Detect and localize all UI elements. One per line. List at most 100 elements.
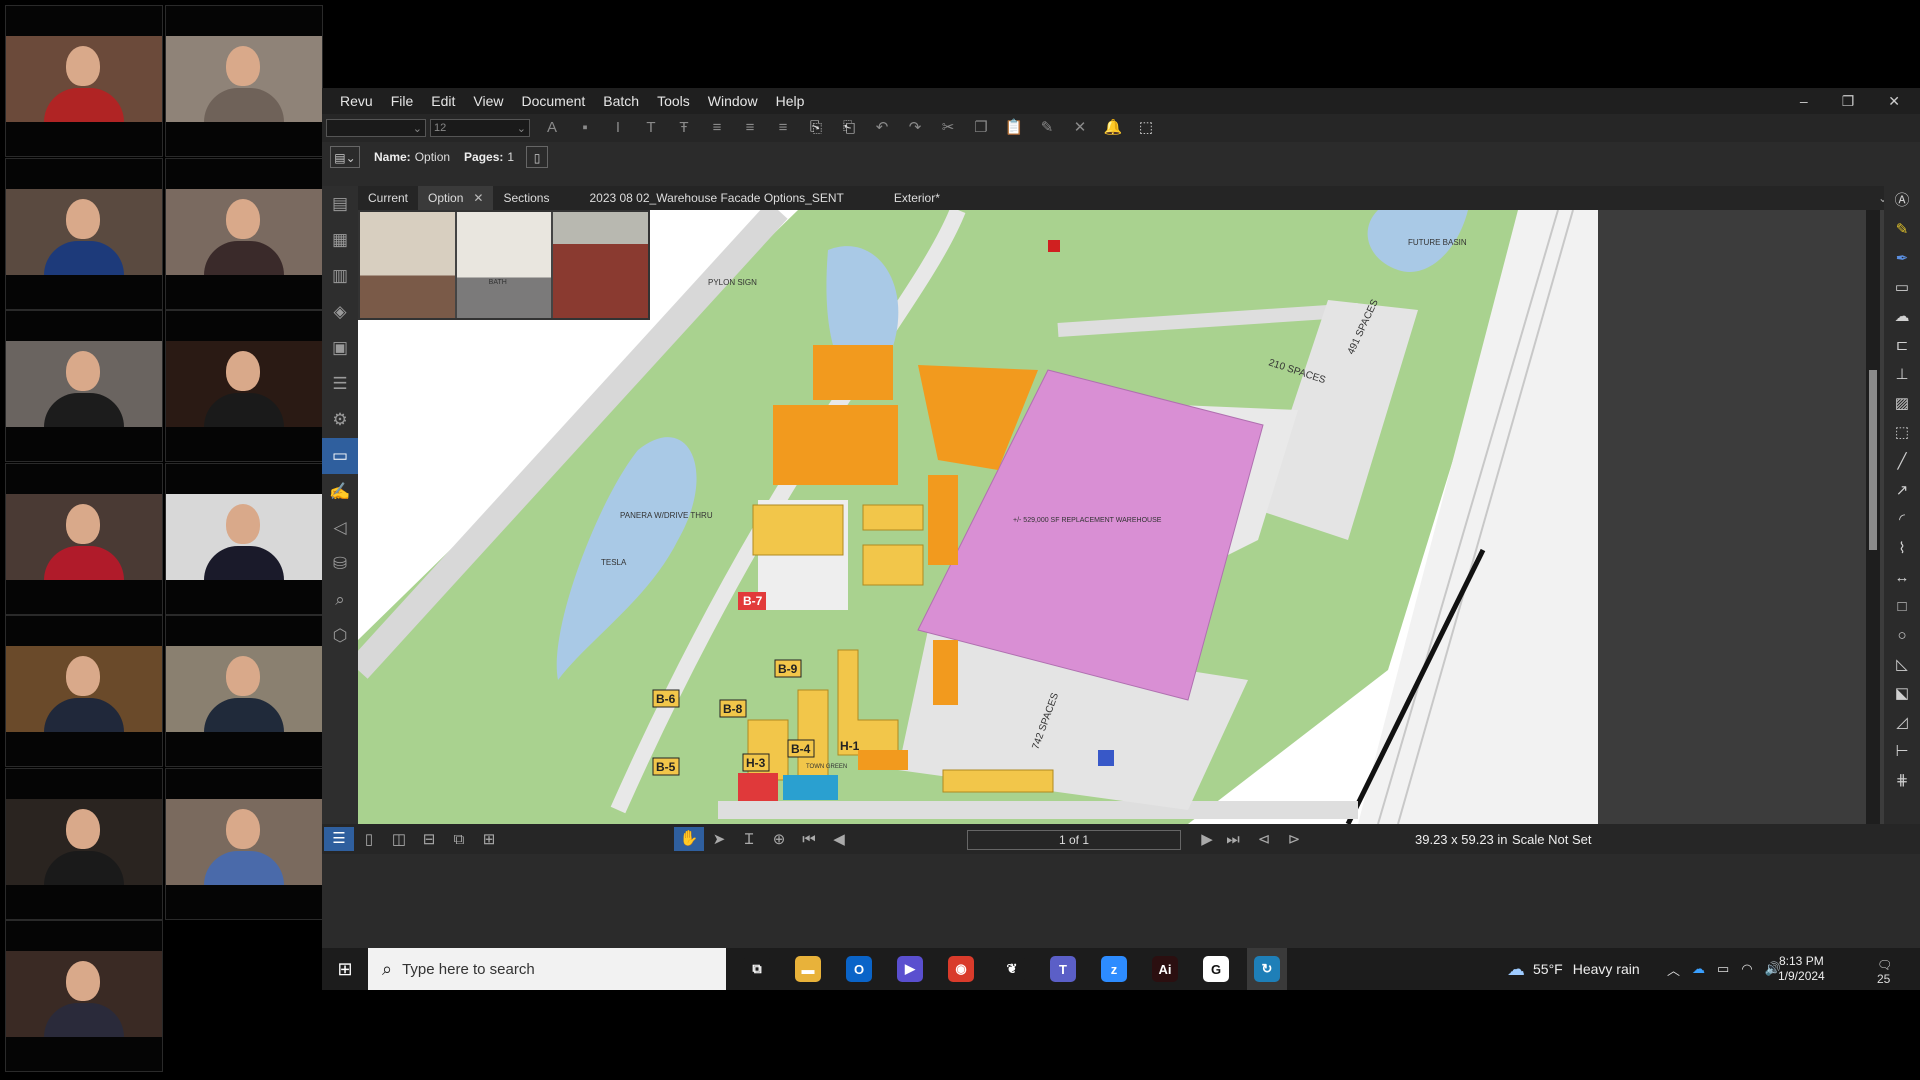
copy-icon[interactable]: ❐ (970, 118, 992, 138)
text-strike-icon[interactable]: Ŧ (673, 118, 695, 138)
dimension-tool-icon[interactable]: ↔ (1884, 563, 1920, 592)
lock-icon[interactable]: 🔔 (1102, 118, 1124, 138)
split-vertical-icon[interactable]: ◫ (384, 830, 414, 848)
arc-tool-icon[interactable]: ◜ (1884, 505, 1920, 534)
menu-tools[interactable]: Tools (657, 93, 690, 109)
clock[interactable]: 8:13 PM 1/9/2024 (1778, 954, 1825, 984)
image-tool-icon[interactable]: ▨ (1884, 389, 1920, 418)
perimeter-tool-icon[interactable]: ◿ (1884, 708, 1920, 737)
restore-button[interactable]: ❐ (1842, 93, 1855, 110)
menu-window[interactable]: Window (708, 93, 758, 109)
tab-sections[interactable]: Sections (493, 186, 559, 210)
onedrive-icon[interactable]: ☁ (1692, 961, 1705, 977)
battery-icon[interactable]: ▭ (1717, 961, 1729, 977)
participant-video-tile[interactable] (165, 615, 323, 767)
menu-document[interactable]: Document (521, 93, 585, 109)
acrobat-icon[interactable]: Ai (1145, 948, 1185, 990)
select-text-icon[interactable]: Ɪ (734, 829, 764, 849)
participant-video-tile[interactable] (5, 768, 163, 920)
participant-video-tile[interactable] (165, 158, 323, 310)
text-icon[interactable]: T (640, 118, 662, 138)
polygon-tool-icon[interactable]: ◺ (1884, 650, 1920, 679)
textbox-tool-icon[interactable]: ▭ (1884, 273, 1920, 302)
single-page-icon[interactable]: ▯ (354, 830, 384, 848)
forward-view-icon[interactable]: ⊳ (1279, 830, 1309, 848)
crop-icon[interactable]: ⬚ (1135, 118, 1157, 138)
rectangle-tool-icon[interactable]: □ (1884, 592, 1920, 621)
prev-page-icon[interactable]: ◀ (824, 830, 854, 848)
callout-tool-icon[interactable]: ⊏ (1884, 331, 1920, 360)
menu-view[interactable]: View (473, 93, 503, 109)
extract-page-icon[interactable]: ⎗ (838, 118, 860, 138)
participant-video-tile[interactable] (165, 5, 323, 157)
align-right-icon[interactable]: ≡ (772, 118, 794, 138)
vertical-scrollbar[interactable] (1866, 210, 1880, 824)
scale-status[interactable]: Scale Not Set (1512, 832, 1592, 847)
participant-video-tile[interactable] (5, 920, 163, 1072)
tab-warehouse-facade[interactable]: 2023 08 02_Warehouse Facade Options_SENT (579, 186, 853, 210)
participant-video-tile[interactable] (165, 463, 323, 615)
scroll-thumb[interactable] (1869, 370, 1877, 550)
font-family-select[interactable]: ⌄ (326, 119, 426, 137)
tab-current[interactable]: Current (358, 186, 418, 210)
pen-tool-icon[interactable]: ✒ (1884, 244, 1920, 273)
snapshot-tool-icon[interactable]: ⬚ (1884, 418, 1920, 447)
page-icon[interactable]: ▯ (526, 146, 549, 168)
bookmarks-icon[interactable]: ▥ (322, 258, 358, 294)
zoom-icon[interactable]: ⊕ (764, 830, 794, 848)
participant-video-tile[interactable] (5, 5, 163, 157)
text-tool-icon[interactable]: Ⓐ (1884, 186, 1920, 215)
undo-icon[interactable]: ↶ (871, 118, 893, 138)
first-page-icon[interactable]: ⏮ (794, 831, 824, 848)
chevron-up-icon[interactable]: ︿ (1667, 960, 1680, 979)
area-tool-icon[interactable]: ⬕ (1884, 679, 1920, 708)
menu-revu[interactable]: Revu (340, 93, 373, 109)
participant-video-tile[interactable] (5, 310, 163, 462)
menu-batch[interactable]: Batch (603, 93, 639, 109)
list-view-icon[interactable]: ☰ (324, 827, 354, 851)
ellipse-tool-icon[interactable]: ○ (1884, 621, 1920, 650)
back-view-icon[interactable]: ⊲ (1249, 830, 1279, 848)
document-menu-button[interactable]: ▤⌄ (330, 146, 360, 168)
tag-icon[interactable]: ◁ (322, 510, 358, 546)
delete-icon[interactable]: ✕ (1069, 118, 1091, 138)
weather-widget[interactable]: ☁ 55°F Heavy rain (1507, 948, 1640, 990)
toolchest-icon[interactable]: ▣ (322, 330, 358, 366)
taskbar-search-box[interactable]: ⌕ Type here to search (368, 948, 726, 990)
align-left-icon[interactable]: ≡ (706, 118, 728, 138)
count-tool-icon[interactable]: ⋕ (1884, 766, 1920, 795)
settings-gear-icon[interactable]: ⚙ (322, 402, 358, 438)
participant-video-tile[interactable] (5, 158, 163, 310)
task-view-icon[interactable]: ⧉ (737, 948, 777, 990)
cloud-tool-icon[interactable]: ☁ (1884, 302, 1920, 331)
trash-icon[interactable]: ▪ (574, 118, 596, 138)
menu-edit[interactable]: Edit (431, 93, 455, 109)
shield-icon[interactable]: ⬡ (322, 618, 358, 654)
participant-video-tile[interactable] (5, 615, 163, 767)
polyline-tool-icon[interactable]: ⌇ (1884, 534, 1920, 563)
menu-file[interactable]: File (391, 93, 414, 109)
studio-icon[interactable]: ⛁ (322, 546, 358, 582)
menu-help[interactable]: Help (776, 93, 805, 109)
insert-page-icon[interactable]: ⎘ (805, 118, 827, 138)
last-page-icon[interactable]: ⏭ (1218, 831, 1248, 848)
teams-icon[interactable]: T (1043, 948, 1083, 990)
document-canvas[interactable]: B-7 B-9 B-6 B-8 B-4 H-1 H-3 B-5 PYLON SI… (358, 210, 1898, 824)
grid-icon[interactable]: ▦ (322, 222, 358, 258)
close-tab-icon[interactable]: ✕ (473, 191, 483, 205)
search-icon[interactable]: ⌕ (322, 582, 358, 618)
select-pointer-icon[interactable]: ➤ (704, 830, 734, 848)
windows-start-icon[interactable]: ⊞ (322, 959, 368, 980)
line-tool-icon[interactable]: ╱ (1884, 447, 1920, 476)
participant-video-tile[interactable] (5, 463, 163, 615)
media-player-icon[interactable]: ▶ (890, 948, 930, 990)
file-explorer-icon[interactable]: ▬ (788, 948, 828, 990)
minimize-button[interactable]: – (1800, 93, 1808, 109)
outlook-icon[interactable]: O (839, 948, 879, 990)
signature-icon[interactable]: ✍ (322, 474, 358, 510)
page-indicator[interactable]: 1 of 1 (967, 830, 1181, 850)
sync-icon[interactable]: ⧉ (444, 831, 474, 848)
thumbnails-icon[interactable]: ▤ (322, 186, 358, 222)
align-center-icon[interactable]: ≡ (739, 118, 761, 138)
zoom-icon[interactable]: z (1094, 948, 1134, 990)
